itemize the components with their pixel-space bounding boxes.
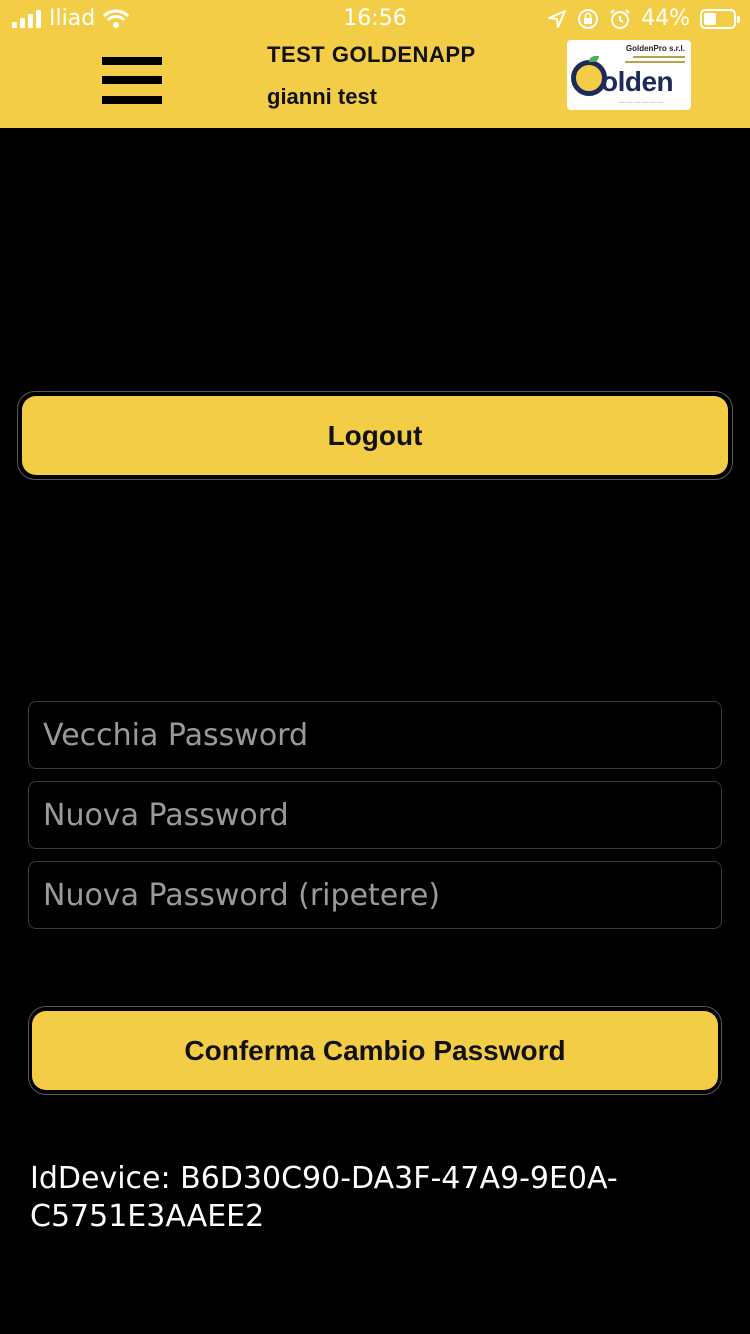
user-name: gianni test bbox=[267, 84, 378, 109]
logo-word: olden bbox=[601, 66, 674, 97]
battery-icon bbox=[700, 8, 740, 29]
screen: Iliad 16:56 44% TEST GOLDENAPP gianni te… bbox=[0, 0, 750, 1334]
app-header: Iliad 16:56 44% TEST GOLDENAPP gianni te… bbox=[0, 0, 750, 128]
new-password-field[interactable] bbox=[28, 781, 722, 849]
alarm-icon bbox=[610, 8, 630, 29]
confirm-password-change-button[interactable]: Conferma Cambio Password bbox=[32, 1011, 718, 1090]
logo-line bbox=[625, 61, 685, 63]
logout-button[interactable]: Logout bbox=[22, 396, 728, 475]
app-title: TEST GOLDENAPP bbox=[267, 42, 476, 67]
repeat-password-field[interactable] bbox=[28, 861, 722, 929]
logo-company-text: GoldenPro s.r.l. bbox=[625, 44, 685, 53]
device-id-text: IdDevice: B6D30C90-DA3F-47A9-9E0A-C5751E… bbox=[30, 1161, 618, 1234]
hamburger-menu-icon[interactable] bbox=[102, 57, 162, 109]
logo-leaf-icon bbox=[589, 56, 599, 62]
battery-percent: 44% bbox=[641, 6, 690, 31]
logo-line bbox=[633, 56, 685, 58]
battery-fill bbox=[704, 12, 717, 25]
logo-subtext: — — — — — — bbox=[619, 100, 664, 106]
status-bar: Iliad 16:56 44% bbox=[0, 0, 750, 40]
old-password-field[interactable] bbox=[28, 701, 722, 769]
orientation-lock-icon bbox=[578, 8, 599, 29]
status-right: 44% bbox=[547, 6, 740, 31]
company-logo: GoldenPro s.r.l. olden — — — — — — bbox=[567, 40, 691, 110]
location-icon bbox=[548, 9, 567, 28]
